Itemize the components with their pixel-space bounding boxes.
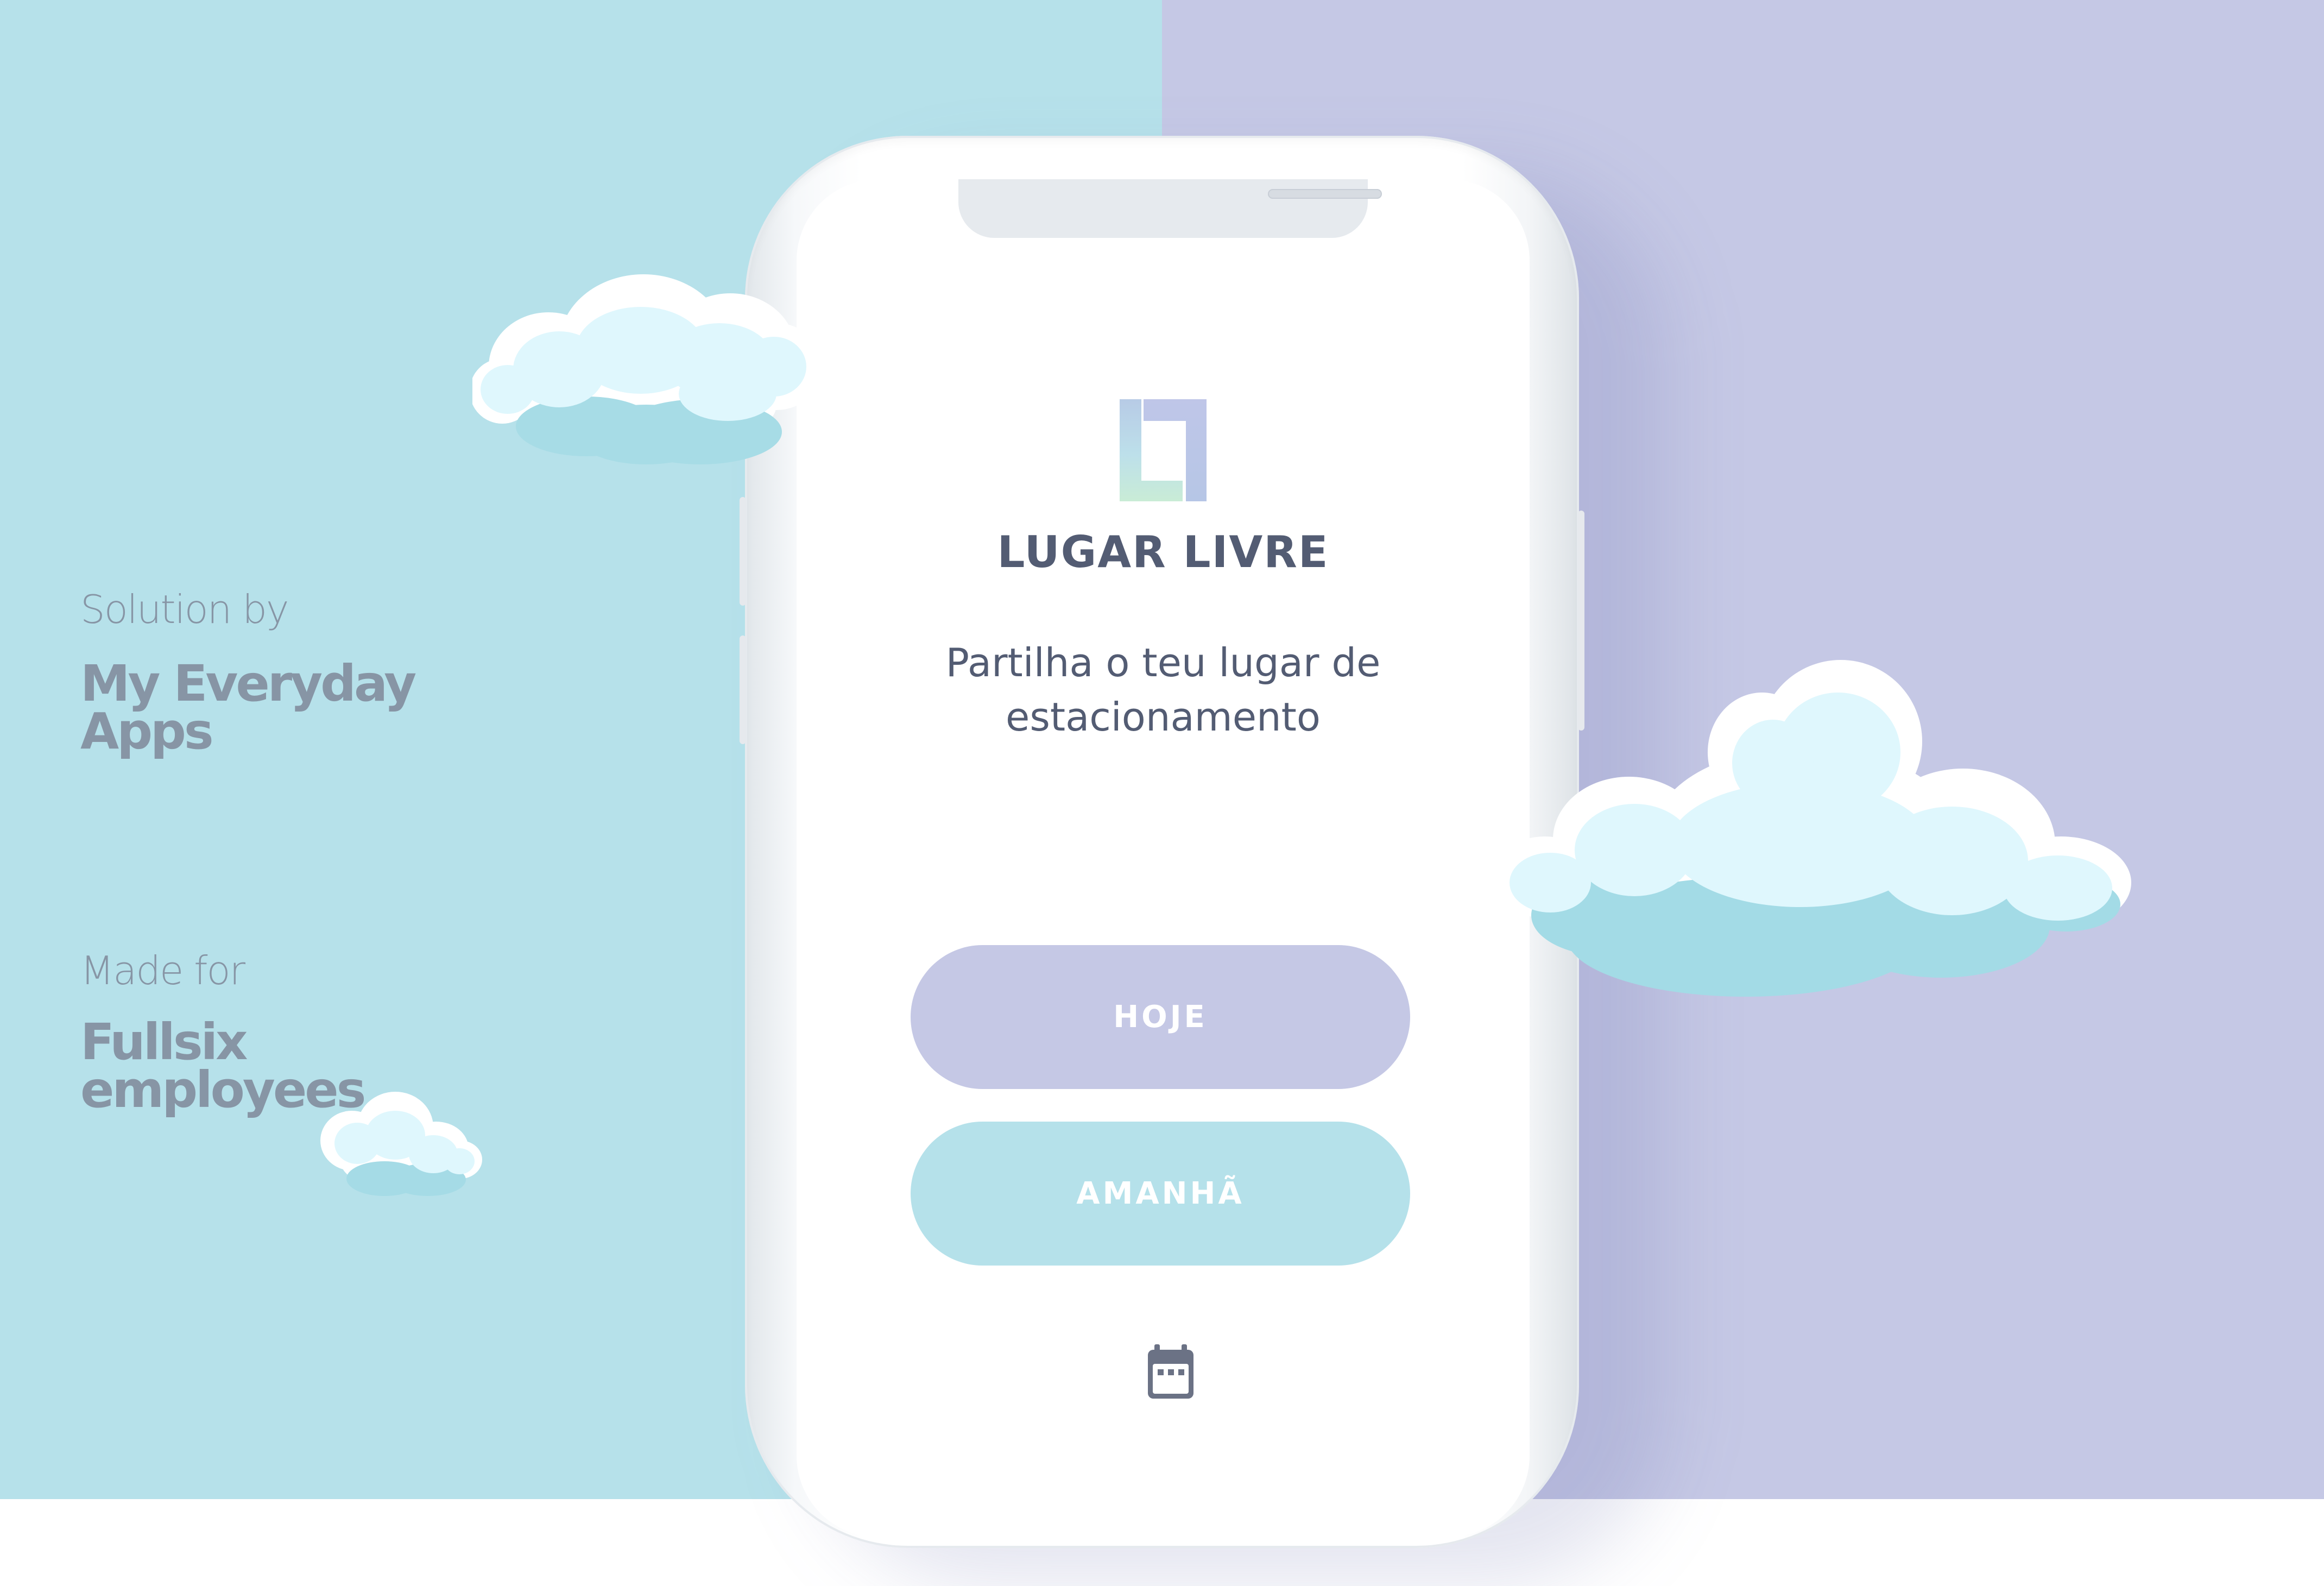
tomorrow-button[interactable]: AMANHÃ xyxy=(911,1122,1410,1266)
app-title: LUGAR LIVRE xyxy=(997,527,1329,577)
phone-volume-down-button xyxy=(740,635,746,744)
lugar-livre-logo-icon xyxy=(1120,399,1207,501)
phone-screen: LUGAR LIVRE Partilha o teu lugar de esta… xyxy=(797,179,1530,1537)
solution-name: My Everyday Apps xyxy=(80,654,416,760)
cloud-right xyxy=(1491,660,2131,997)
cloud-small-bottom-left xyxy=(320,1092,482,1196)
phone-notch xyxy=(958,179,1382,238)
made-for-caption: Made for xyxy=(80,948,245,993)
solution-caption: Solution by xyxy=(80,587,289,632)
phone-volume-up-button xyxy=(740,497,746,606)
app-subtitle: Partilha o teu lugar de estacionamento xyxy=(945,640,1381,740)
calendar-icon[interactable] xyxy=(1146,1344,1196,1401)
today-button[interactable]: HOJE xyxy=(911,945,1410,1089)
phone-speaker xyxy=(1268,189,1382,199)
cloud-top-left xyxy=(472,274,823,464)
